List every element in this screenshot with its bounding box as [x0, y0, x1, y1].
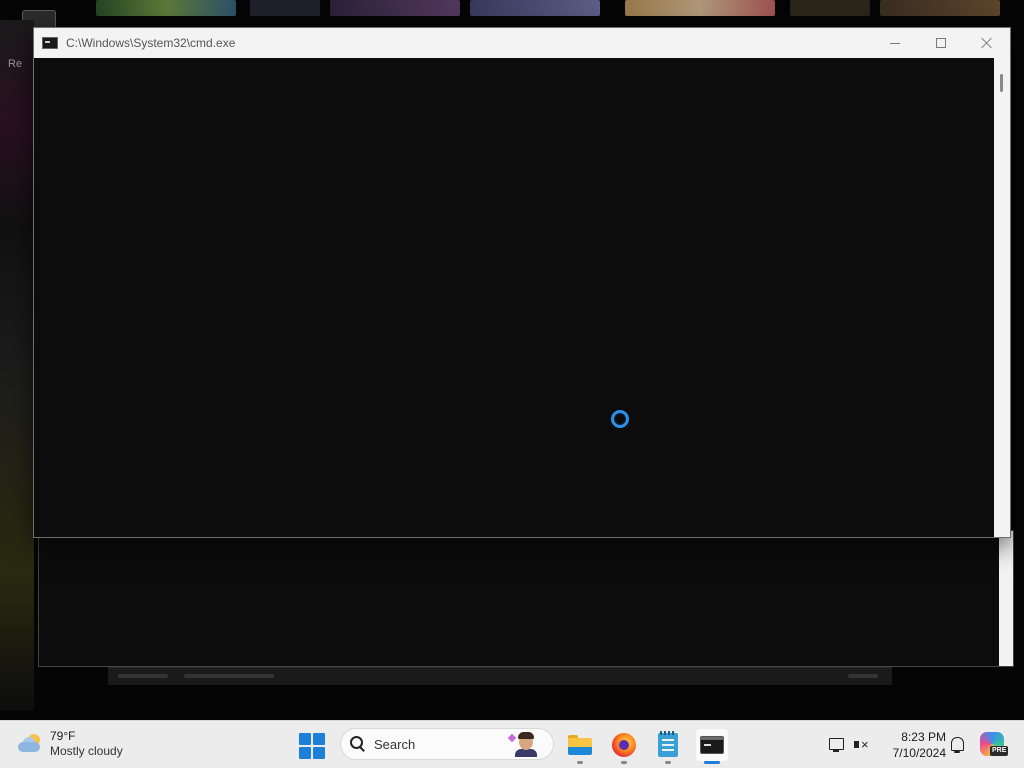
cmd-window[interactable]: C:\Windows\System32\cmd.exe — [33, 27, 1011, 538]
background-thumbnail — [625, 0, 775, 16]
clock-time: 8:23 PM — [901, 730, 946, 744]
background-thumbnail — [330, 0, 460, 16]
background-thumbnail — [470, 0, 600, 16]
scrollbar-thumb[interactable] — [1000, 74, 1003, 92]
firefox-icon — [612, 733, 636, 757]
maximize-button[interactable] — [918, 28, 964, 58]
taskbar-notepad-button[interactable] — [652, 729, 684, 764]
weather-temperature: 79°F — [50, 729, 76, 743]
copilot-preview-badge: PRE — [990, 746, 1009, 756]
desktop-background: Re C:\Windows\System32\cmd.exe — [0, 0, 1024, 720]
background-cmd-window[interactable] — [38, 530, 1014, 667]
vertical-scrollbar[interactable] — [994, 58, 1010, 537]
background-bottom-bar — [108, 667, 892, 685]
taskbar: 79°F Mostly cloudy Search × 8:23 PM 7/10… — [0, 720, 1024, 768]
windows-logo-icon — [299, 733, 311, 745]
background-window-scrollbar — [999, 531, 1013, 666]
close-button[interactable] — [964, 28, 1010, 58]
volume-muted-icon[interactable] — [853, 736, 871, 754]
background-label: Re — [8, 58, 23, 70]
notepad-icon — [658, 731, 678, 757]
maximize-icon — [936, 38, 946, 48]
window-title: C:\Windows\System32\cmd.exe — [66, 36, 236, 50]
background-thumbnail — [250, 0, 320, 16]
folder-icon — [568, 735, 592, 755]
taskbar-file-explorer-button[interactable] — [564, 729, 596, 764]
background-thumbnail — [880, 0, 1000, 16]
search-box[interactable]: Search — [340, 728, 554, 760]
console-output-area[interactable] — [34, 58, 994, 537]
search-highlight-icon — [507, 731, 543, 757]
weather-condition: Mostly cloudy — [50, 744, 123, 758]
title-bar[interactable]: C:\Windows\System32\cmd.exe — [34, 28, 1010, 58]
background-side-panel — [0, 20, 34, 710]
close-icon — [981, 37, 993, 49]
clock-date: 7/10/2024 — [892, 746, 946, 760]
weather-widget[interactable]: 79°F Mostly cloudy — [16, 729, 123, 759]
start-button[interactable] — [299, 733, 325, 759]
search-label: Search — [374, 736, 416, 752]
network-icon[interactable] — [828, 736, 846, 754]
minimize-button[interactable] — [872, 28, 918, 58]
cmd-app-icon[interactable] — [42, 37, 58, 49]
partly-cloudy-icon — [16, 732, 44, 756]
clock[interactable]: 8:23 PM 7/10/2024 — [880, 729, 946, 761]
terminal-icon — [700, 736, 724, 754]
search-icon — [350, 736, 366, 752]
notification-bell-icon[interactable] — [948, 736, 966, 754]
background-thumbnail — [790, 0, 870, 16]
taskbar-cmd-button[interactable] — [696, 729, 728, 764]
busy-cursor-icon — [611, 410, 629, 428]
background-thumbnail — [96, 0, 236, 16]
minimize-icon — [890, 42, 900, 44]
taskbar-firefox-button[interactable] — [608, 729, 640, 764]
